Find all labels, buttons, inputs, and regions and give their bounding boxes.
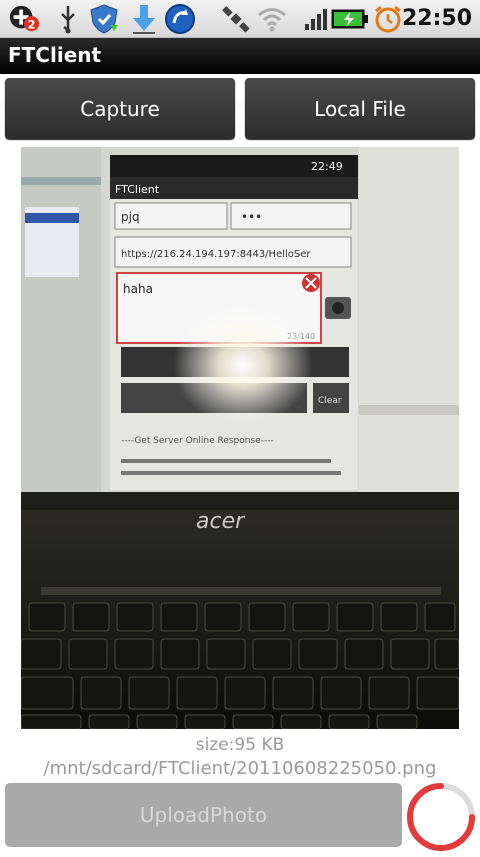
shield-update-icon bbox=[88, 3, 120, 35]
capture-button[interactable]: Capture bbox=[5, 78, 235, 139]
alarm-icon bbox=[372, 3, 404, 35]
inner-text: haha bbox=[123, 282, 153, 296]
status-time: 22:50 bbox=[401, 6, 472, 31]
app-title: FTClient bbox=[8, 43, 102, 67]
inner-time: 22:49 bbox=[311, 160, 343, 173]
app-title-bar: FTClient bbox=[0, 38, 480, 74]
local-file-button[interactable]: Local File bbox=[245, 78, 475, 139]
inner-url: https://216.24.194.197:8443/HelloSer bbox=[121, 249, 311, 260]
inner-clear: Clear bbox=[318, 396, 342, 406]
inner-title: FTClient bbox=[115, 183, 160, 196]
notification-badge-icon: 2 bbox=[8, 3, 40, 35]
laptop-brand: acer bbox=[196, 509, 246, 534]
usb-icon bbox=[52, 3, 84, 35]
battery-charging-icon bbox=[330, 3, 370, 35]
inner-pass: ••• bbox=[241, 210, 262, 224]
download-icon bbox=[128, 3, 160, 35]
file-size-label: size:95 KB bbox=[195, 735, 285, 755]
wifi-icon bbox=[256, 3, 288, 35]
photo-preview: FTClient 22:49 pjq ••• https://216.24.19… bbox=[21, 147, 459, 729]
gps-icon bbox=[220, 3, 252, 35]
status-bar: 2 22:50 bbox=[0, 0, 480, 38]
inner-user: pjq bbox=[121, 210, 140, 224]
upload-photo-button[interactable]: UploadPhoto bbox=[5, 783, 402, 847]
signal-icon bbox=[300, 3, 332, 35]
badge-count: 2 bbox=[28, 18, 36, 31]
loading-spinner-icon bbox=[405, 781, 477, 853]
file-path-label: /mnt/sdcard/FTClient/20110608225050.png bbox=[43, 758, 437, 779]
sync-app-icon bbox=[164, 3, 196, 35]
inner-response: ----Get Server Online Response---- bbox=[121, 436, 274, 446]
